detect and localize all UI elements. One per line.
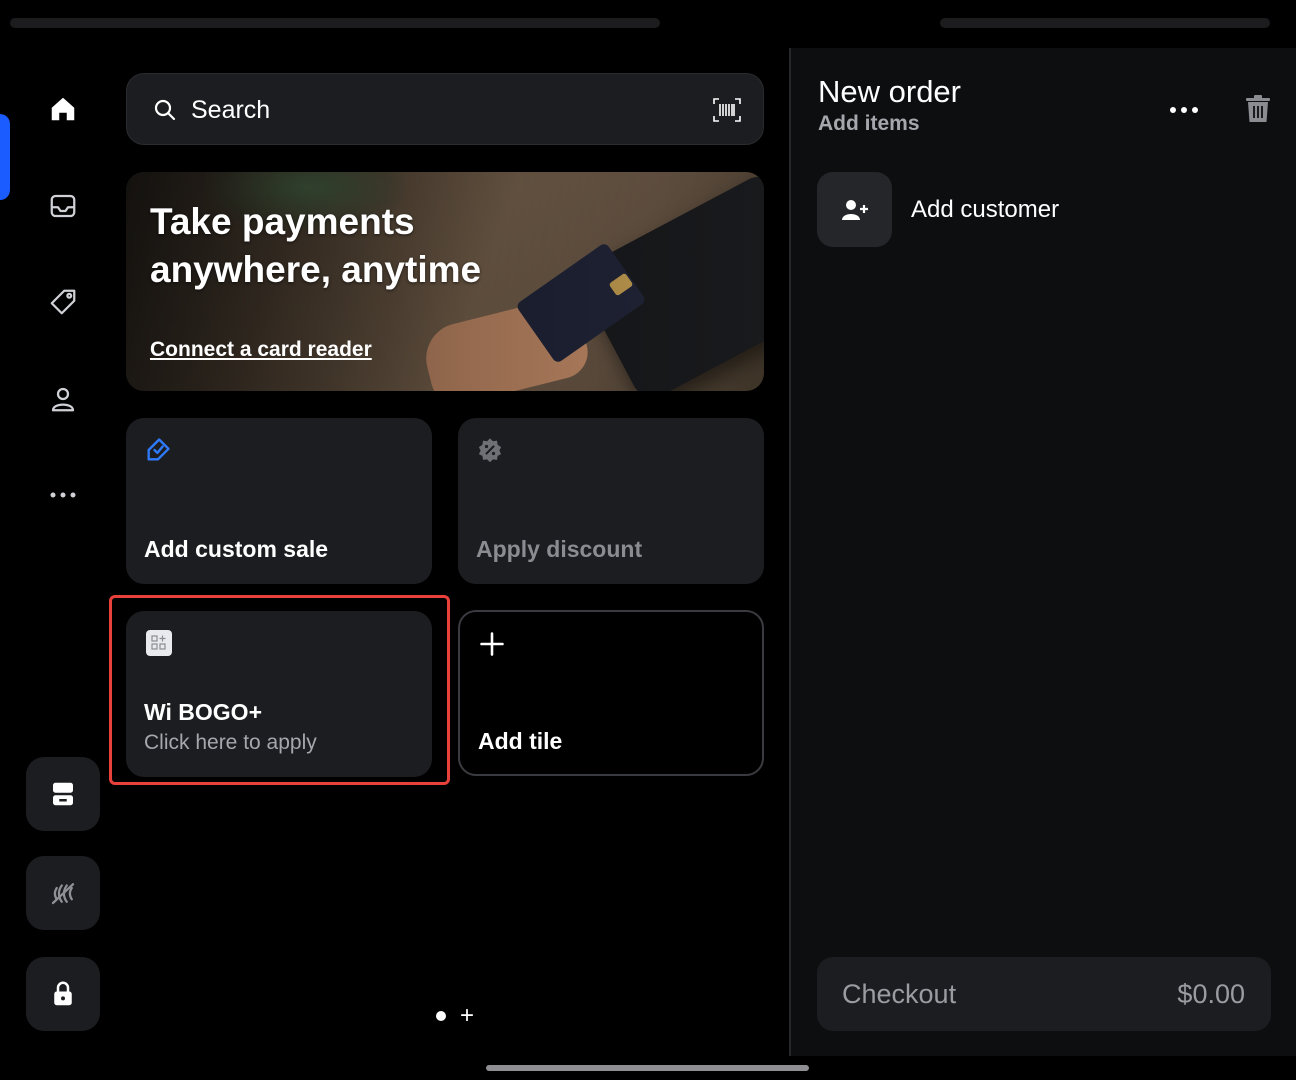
nav-inbox-button[interactable] (38, 181, 88, 231)
search-bar[interactable]: Search (126, 73, 764, 145)
home-indicator[interactable] (486, 1065, 809, 1071)
apply-discount-tile[interactable]: Apply discount (458, 418, 764, 584)
add-page-plus-icon[interactable]: + (460, 1004, 474, 1028)
more-horizontal-icon (50, 492, 76, 498)
add-tile-label: Add tile (478, 728, 563, 754)
inbox-icon (50, 194, 76, 218)
nav-customers-button[interactable] (38, 374, 88, 424)
contactless-off-icon (51, 883, 75, 905)
checkout-label: Checkout (842, 979, 957, 1009)
checkout-total: $0.00 (1177, 979, 1245, 1009)
add-custom-sale-tile[interactable]: Add custom sale (126, 418, 432, 584)
checkout-button[interactable]: Checkout $0.00 (817, 957, 1271, 1031)
apply-discount-label: Apply discount (476, 536, 643, 562)
barcode-scan-icon[interactable] (713, 98, 741, 122)
banner-title: Take payments anywhere, anytime (150, 201, 482, 290)
selection-highlight (109, 595, 450, 785)
order-more-button[interactable] (1164, 94, 1204, 126)
add-customer-button[interactable] (817, 172, 892, 247)
search-icon (154, 99, 176, 121)
register-icon (53, 782, 73, 806)
add-custom-sale-label: Add custom sale (144, 536, 329, 562)
tag-check-icon (147, 438, 170, 461)
person-icon (51, 387, 75, 412)
lock-icon (54, 981, 72, 1006)
trash-icon (1246, 95, 1270, 122)
add-person-icon (841, 199, 868, 220)
plus-icon (480, 632, 504, 656)
lock-button[interactable] (26, 957, 100, 1031)
clear-order-button[interactable] (1242, 92, 1274, 126)
connect-card-reader-link[interactable]: Connect a card reader (150, 338, 372, 362)
nav-home-button[interactable] (38, 84, 88, 134)
nav-more-button[interactable] (38, 470, 88, 520)
register-button[interactable] (26, 757, 100, 831)
status-bar (0, 0, 1296, 48)
add-tile[interactable]: Add tile (458, 610, 764, 776)
nav-items-button[interactable] (38, 277, 88, 327)
page-dot-current[interactable] (436, 1011, 446, 1021)
add-customer-label[interactable]: Add customer (911, 196, 1059, 224)
home-icon (51, 97, 75, 121)
nav-rail (0, 48, 116, 1058)
promo-banner[interactable]: Take payments anywhere, anytime Connect … (126, 172, 764, 391)
search-input[interactable]: Search (191, 96, 270, 125)
discount-badge-icon (478, 438, 502, 463)
page-indicator: + (436, 1004, 474, 1028)
tag-icon (50, 289, 76, 315)
nav-active-indicator (0, 114, 10, 200)
contactless-button[interactable] (26, 856, 100, 930)
order-subtitle: Add items (818, 112, 920, 135)
more-horizontal-icon (1170, 107, 1198, 113)
order-title: New order (818, 74, 961, 109)
